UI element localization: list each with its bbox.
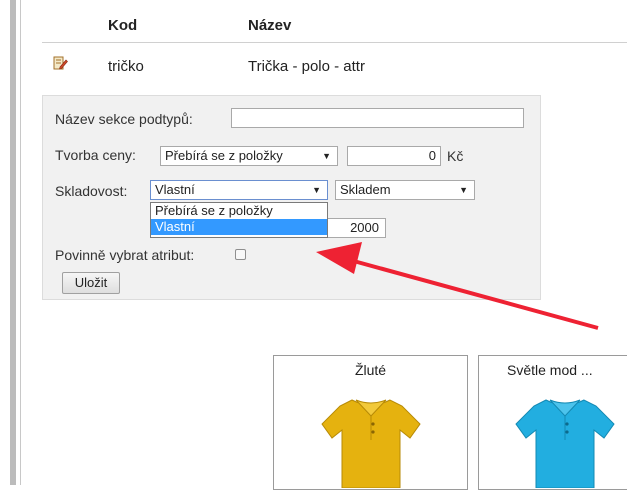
arrow-shaft [349,258,599,330]
product-card[interactable]: Světle mod ... [478,355,627,490]
blue-polo-shirt-icon [515,399,615,489]
price-input[interactable]: 0 [347,146,441,166]
required-attribute-checkbox[interactable] [235,249,246,260]
chevron-down-icon: ▼ [312,185,321,195]
left-border-bar [10,0,16,485]
row-kod[interactable]: tričko [108,58,144,75]
yellow-polo-shirt-icon [321,399,421,489]
stock-source-dropdown[interactable]: Přebírá se z položky Vlastní [150,202,328,238]
product-card[interactable]: Žluté [273,355,468,490]
section-name-label: Název sekce podtypů: [55,111,193,127]
column-header-nazev: Název [248,17,292,34]
stock-status-select[interactable]: Skladem ▼ [335,180,475,200]
dropdown-option[interactable]: Přebírá se z položky [151,203,327,219]
product-name: Světle mod ... [507,362,593,378]
arrow-head [316,242,362,274]
stock-source-value: Vlastní [155,182,195,197]
edit-icon[interactable] [52,55,68,71]
annotation-arrow [316,242,599,330]
left-border-line [20,0,21,485]
column-header-kod: Kod [108,17,138,34]
header-divider [42,42,627,43]
stock-label: Skladovost: [55,183,128,199]
dropdown-option-selected[interactable]: Vlastní [151,219,327,235]
chevron-down-icon: ▼ [322,151,331,161]
chevron-down-icon: ▼ [459,185,468,195]
stock-source-select[interactable]: Vlastní ▼ [150,180,328,200]
product-name: Žluté [354,362,387,378]
section-name-input[interactable] [231,108,524,128]
stock-status-value: Skladem [340,182,391,197]
price-label: Tvorba ceny: [55,147,136,163]
required-attribute-label: Povinně vybrat atribut: [55,247,195,263]
save-button[interactable]: Uložit [62,272,120,294]
price-source-value: Přebírá se z položky [165,148,283,163]
price-source-select[interactable]: Přebírá se z položky ▼ [160,146,338,166]
currency-label: Kč [447,148,464,164]
row-nazev[interactable]: Trička - polo - attr [248,58,365,75]
